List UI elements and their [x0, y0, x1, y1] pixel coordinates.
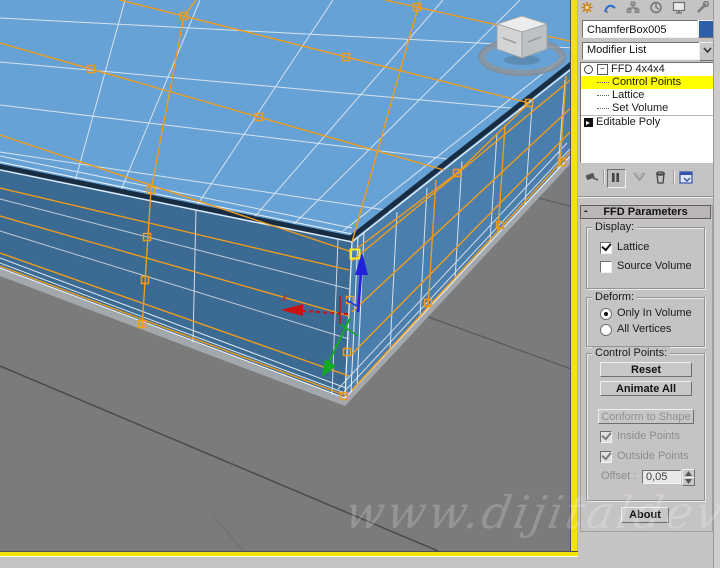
command-panel-tabs: [580, 0, 712, 14]
base-object-icon: [584, 118, 593, 127]
motion-icon[interactable]: [649, 1, 663, 14]
check-icon: [601, 240, 612, 252]
chevron-down-icon: [703, 47, 712, 53]
viewport-scene: x: [0, 0, 578, 551]
inside-points-label: Inside Points: [617, 430, 680, 442]
rollout-header[interactable]: - FFD Parameters: [580, 205, 711, 219]
deform-group: Deform: Only In Volume All Vertices: [586, 291, 705, 347]
x-axis-label: x: [281, 293, 288, 304]
source-volume-checkbox[interactable]: [600, 261, 612, 273]
modifier-onoff-bulb-icon[interactable]: [584, 65, 593, 74]
make-unique-icon[interactable]: [631, 169, 648, 186]
rollout-title: FFD Parameters: [603, 206, 688, 218]
check-icon: [601, 429, 612, 441]
modifier-list-dropdown[interactable]: Modifier List: [582, 42, 705, 60]
panel-scroll-strip[interactable]: [713, 0, 720, 568]
spinner-up-icon: [685, 471, 692, 476]
max-window: { "viewport": { "watermark": "www.dijita…: [0, 0, 720, 568]
stack-row-label: FFD 4x4x4: [611, 63, 665, 75]
tree-branch: [597, 94, 609, 97]
pin-stack-icon[interactable]: [583, 169, 600, 186]
active-viewport-border-right: [570, 0, 578, 557]
control-points-group-legend: Control Points:: [592, 347, 671, 359]
stack-row-set-volume[interactable]: Set Volume: [581, 102, 714, 115]
reset-button[interactable]: Reset: [600, 362, 692, 377]
perspective-viewport[interactable]: x: [0, 0, 578, 551]
offset-spinner-down[interactable]: [682, 477, 695, 486]
stack-row-label: Lattice: [612, 89, 645, 101]
modifier-stack-toolbar: [580, 167, 713, 188]
create-icon[interactable]: [580, 1, 594, 14]
ffd-parameters-rollout: - FFD Parameters Display: Lattice Source…: [580, 205, 713, 532]
radio-dot-icon: [603, 311, 608, 316]
all-vertices-radio[interactable]: [600, 324, 612, 336]
stack-row-label: Editable Poly: [596, 116, 661, 128]
tree-branch: [597, 81, 609, 84]
object-name-input[interactable]: [582, 20, 698, 38]
inside-points-checkbox[interactable]: [600, 429, 612, 443]
all-vertices-label: All Vertices: [617, 323, 672, 335]
modify-icon[interactable]: [603, 1, 617, 14]
deform-group-legend: Deform:: [592, 291, 638, 303]
remove-modifier-icon[interactable]: [652, 169, 669, 186]
below-viewport-strip: [0, 557, 578, 568]
only-in-volume-label: Only In Volume: [617, 307, 692, 319]
show-end-result-button[interactable]: [607, 169, 626, 188]
stack-row-label: Control Points: [612, 76, 682, 88]
tree-branch: [597, 107, 609, 110]
display-group: Display: Lattice Source Volume: [586, 221, 705, 289]
only-in-volume-radio[interactable]: [600, 308, 612, 320]
display-icon[interactable]: [672, 1, 686, 14]
stack-row-lattice[interactable]: Lattice: [581, 89, 714, 102]
check-icon: [601, 449, 612, 461]
lattice-checkbox[interactable]: [600, 240, 612, 254]
modifier-stack: − FFD 4x4x4 Control Points Lattice Set V…: [580, 62, 715, 163]
stack-row-editable-poly[interactable]: Editable Poly: [581, 115, 714, 129]
stack-row-control-points[interactable]: Control Points: [581, 76, 714, 89]
display-group-legend: Display:: [592, 221, 638, 233]
toolbar-separator: [673, 170, 674, 184]
rollout-collapse-icon[interactable]: -: [584, 205, 588, 217]
collapse-box-icon[interactable]: −: [597, 64, 608, 75]
conform-to-shape-button[interactable]: Conform to Shape: [598, 409, 694, 424]
lattice-checkbox-label: Lattice: [617, 241, 650, 253]
outside-points-label: Outside Points: [617, 450, 689, 462]
configure-modifier-sets-icon[interactable]: [678, 169, 695, 186]
outside-points-checkbox[interactable]: [600, 449, 612, 463]
panel-divider: [578, 196, 713, 198]
hierarchy-icon[interactable]: [626, 1, 640, 14]
utilities-icon[interactable]: [695, 1, 709, 14]
stack-row-label: Set Volume: [612, 102, 669, 114]
toolbar-separator: [603, 170, 604, 184]
animate-all-button[interactable]: Animate All: [600, 381, 692, 396]
offset-label: Offset :: [601, 470, 637, 482]
show-end-result-icon: [612, 173, 619, 182]
offset-input[interactable]: 0,05: [642, 470, 681, 484]
spinner-down-icon: [685, 479, 692, 484]
about-button[interactable]: About: [621, 507, 669, 523]
source-volume-checkbox-label: Source Volume: [617, 260, 692, 272]
stack-row-ffd[interactable]: − FFD 4x4x4: [581, 63, 714, 76]
control-points-group: Control Points: Reset Animate All Confor…: [586, 347, 705, 501]
command-panel: Modifier List − FFD 4x4x4 Control Points…: [578, 0, 720, 568]
